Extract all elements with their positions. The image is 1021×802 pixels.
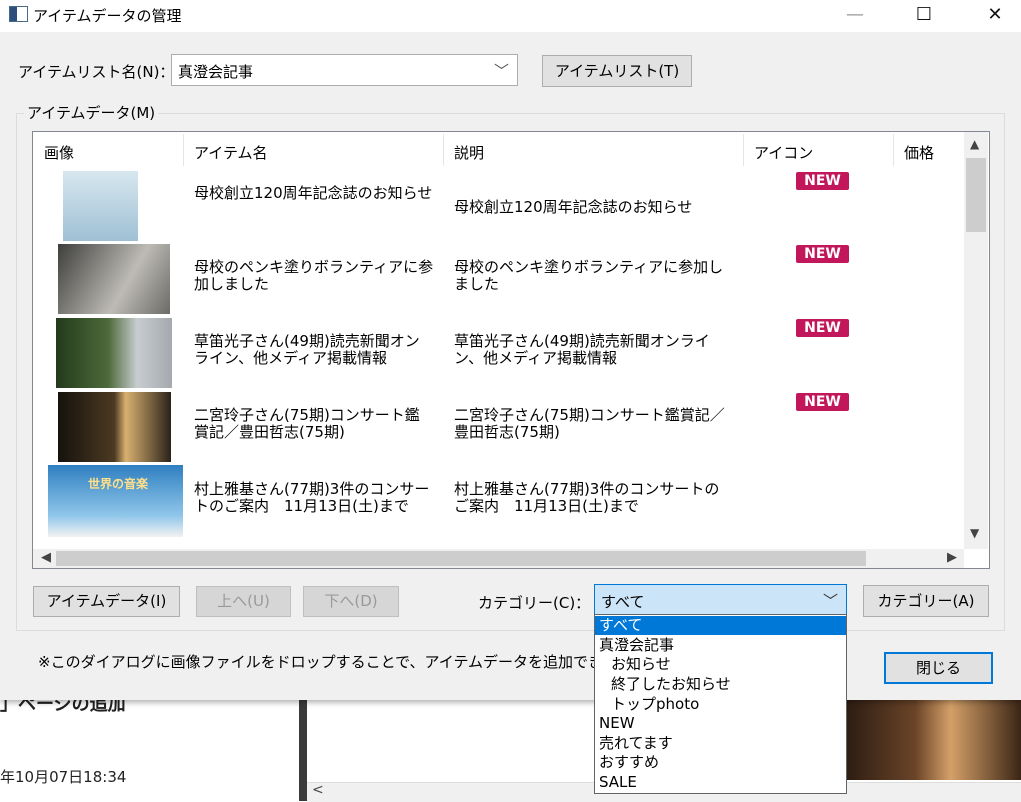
column-header-price[interactable]: 価格 xyxy=(904,142,934,163)
dropdown-option-top-photo[interactable]: トップphoto xyxy=(595,695,846,714)
item-data-button[interactable]: アイテムデータ(I) xyxy=(33,586,180,617)
chevron-left-icon[interactable]: < xyxy=(312,782,324,798)
chevron-down-icon[interactable]: ▼ xyxy=(970,526,979,540)
table-row[interactable]: 草笛光子さん(49期)読売新聞オンライン、他メディア掲載情報 草笛光子さん(49… xyxy=(33,317,963,389)
dropdown-option-ended-news[interactable]: 終了したお知らせ xyxy=(595,675,846,694)
item-data-list[interactable]: 画像 アイテム名 説明 アイコン 価格 母校創立120周年記念誌のお知らせ 母校… xyxy=(32,131,990,569)
category-select[interactable]: すべて ﹀ xyxy=(594,584,847,615)
column-separator[interactable] xyxy=(443,134,444,166)
background-photo xyxy=(845,700,1021,780)
item-description-cell: 母校のペンキ塗りボランティアに参加しました xyxy=(454,258,724,293)
item-name-cell: 村上雅基さん(77期)3件のコンサートのご案内 11月13日(土)まで xyxy=(194,480,430,515)
table-row[interactable]: 母校創立120周年記念誌のお知らせ 母校創立120周年記念誌のお知らせ NEW xyxy=(33,169,963,241)
drop-hint-text: ※このダイアログに画像ファイルをドロップすることで、アイテムデータを追加できます xyxy=(38,653,634,671)
row-thumbnail xyxy=(58,244,170,314)
item-name-cell: 二宮玲子さん(75期)コンサート鑑賞記／豊田哲志(75期) xyxy=(194,406,420,441)
item-name-cell: 母校のペンキ塗りボランティアに参加しました xyxy=(194,258,434,293)
table-row[interactable]: 世界の音楽 村上雅基さん(77期)3件のコンサートのご案内 11月13日(土)ま… xyxy=(33,465,963,537)
move-up-button[interactable]: 上へ(U) xyxy=(196,586,291,617)
column-separator[interactable] xyxy=(183,134,184,166)
background-divider xyxy=(299,700,307,801)
horizontal-scroll-thumb[interactable] xyxy=(56,551,866,566)
column-header-image[interactable]: 画像 xyxy=(44,142,74,163)
item-list-name-value: 真澄会記事 xyxy=(178,63,254,81)
new-badge-icon: NEW xyxy=(796,393,849,411)
column-separator[interactable] xyxy=(743,134,744,166)
row-thumbnail xyxy=(63,171,138,241)
chevron-right-icon[interactable]: ▶ xyxy=(947,550,957,565)
dropdown-option-selling[interactable]: 売れてます xyxy=(595,734,846,753)
move-down-button[interactable]: 下へ(D) xyxy=(303,586,399,617)
column-separator[interactable] xyxy=(893,134,894,166)
dropdown-option-news[interactable]: お知らせ xyxy=(595,655,846,674)
table-row[interactable]: 母校のペンキ塗りボランティアに参加しました 母校のペンキ塗りボランティアに参加し… xyxy=(33,243,963,315)
item-data-dialog: アイテムデータの管理 — ☐ ✕ アイテムリスト名(N)： 真澄会記事 ﹀ アイ… xyxy=(0,0,1021,700)
close-button[interactable]: 閉じる xyxy=(884,652,993,684)
dropdown-option-new[interactable]: NEW xyxy=(595,714,846,733)
new-badge-icon: NEW xyxy=(796,245,849,263)
chevron-down-icon: ﹀ xyxy=(493,62,509,80)
chevron-up-icon[interactable]: ▲ xyxy=(970,137,979,151)
new-badge-icon: NEW xyxy=(796,172,849,190)
item-name-cell: 草笛光子さん(49期)読売新聞オンライン、他メディア掲載情報 xyxy=(194,332,420,367)
item-data-group-label: アイテムデータ(M) xyxy=(24,102,159,123)
item-list-name-select[interactable]: 真澄会記事 ﹀ xyxy=(171,54,518,86)
column-header-name[interactable]: アイテム名 xyxy=(194,142,268,163)
window-icon xyxy=(9,6,28,22)
chevron-left-icon[interactable]: ◀ xyxy=(41,550,51,565)
row-thumbnail: 世界の音楽 xyxy=(48,465,183,537)
item-description-cell: 二宮玲子さん(75期)コンサート鑑賞記／豊田哲志(75期) xyxy=(454,406,725,441)
item-description-cell: 草笛光子さん(49期)読売新聞オンライン、他メディア掲載情報 xyxy=(454,332,710,367)
title-bar[interactable]: アイテムデータの管理 — ☐ ✕ xyxy=(0,0,1021,32)
close-icon[interactable]: ✕ xyxy=(972,0,1018,32)
row-thumbnail xyxy=(56,318,172,388)
column-header-icon[interactable]: アイコン xyxy=(754,142,813,163)
row-thumbnail xyxy=(58,392,171,462)
item-list-button[interactable]: アイテムリスト(T) xyxy=(542,55,692,87)
maximize-button[interactable]: ☐ xyxy=(901,0,947,32)
table-row[interactable]: 二宮玲子さん(75期)コンサート鑑賞記／豊田哲志(75期) 二宮玲子さん(75期… xyxy=(33,391,963,463)
dropdown-option-recommended[interactable]: おすすめ xyxy=(595,753,846,772)
item-list-name-label: アイテムリスト名(N)： xyxy=(18,63,175,81)
item-name-cell: 母校創立120周年記念誌のお知らせ xyxy=(194,184,433,202)
dropdown-option-sale[interactable]: SALE xyxy=(595,773,846,792)
category-dropdown-list[interactable]: すべて 真澄会記事 お知らせ 終了したお知らせ トップphoto NEW 売れて… xyxy=(594,614,847,794)
dropdown-option-all[interactable]: すべて xyxy=(595,616,846,635)
chevron-down-icon: ﹀ xyxy=(822,592,838,610)
item-description-cell: 母校創立120周年記念誌のお知らせ xyxy=(454,198,693,216)
window-title: アイテムデータの管理 xyxy=(33,7,182,25)
thumbnail-caption: 世界の音楽 xyxy=(88,477,149,491)
vertical-scroll-thumb[interactable] xyxy=(966,158,986,232)
category-label: カテゴリー(C)： xyxy=(478,594,591,612)
column-header-description[interactable]: 説明 xyxy=(454,142,484,163)
new-badge-icon: NEW xyxy=(796,319,849,337)
item-description-cell: 村上雅基さん(77期)3件のコンサートのご案内 11月13日(土)まで xyxy=(454,480,720,515)
dropdown-option-masumikai[interactable]: 真澄会記事 xyxy=(595,636,846,655)
category-value: すべて xyxy=(601,593,645,611)
minimize-button[interactable]: — xyxy=(832,0,878,32)
background-date: 年10月07日18:34 xyxy=(0,768,127,786)
category-button[interactable]: カテゴリー(A) xyxy=(863,585,989,617)
